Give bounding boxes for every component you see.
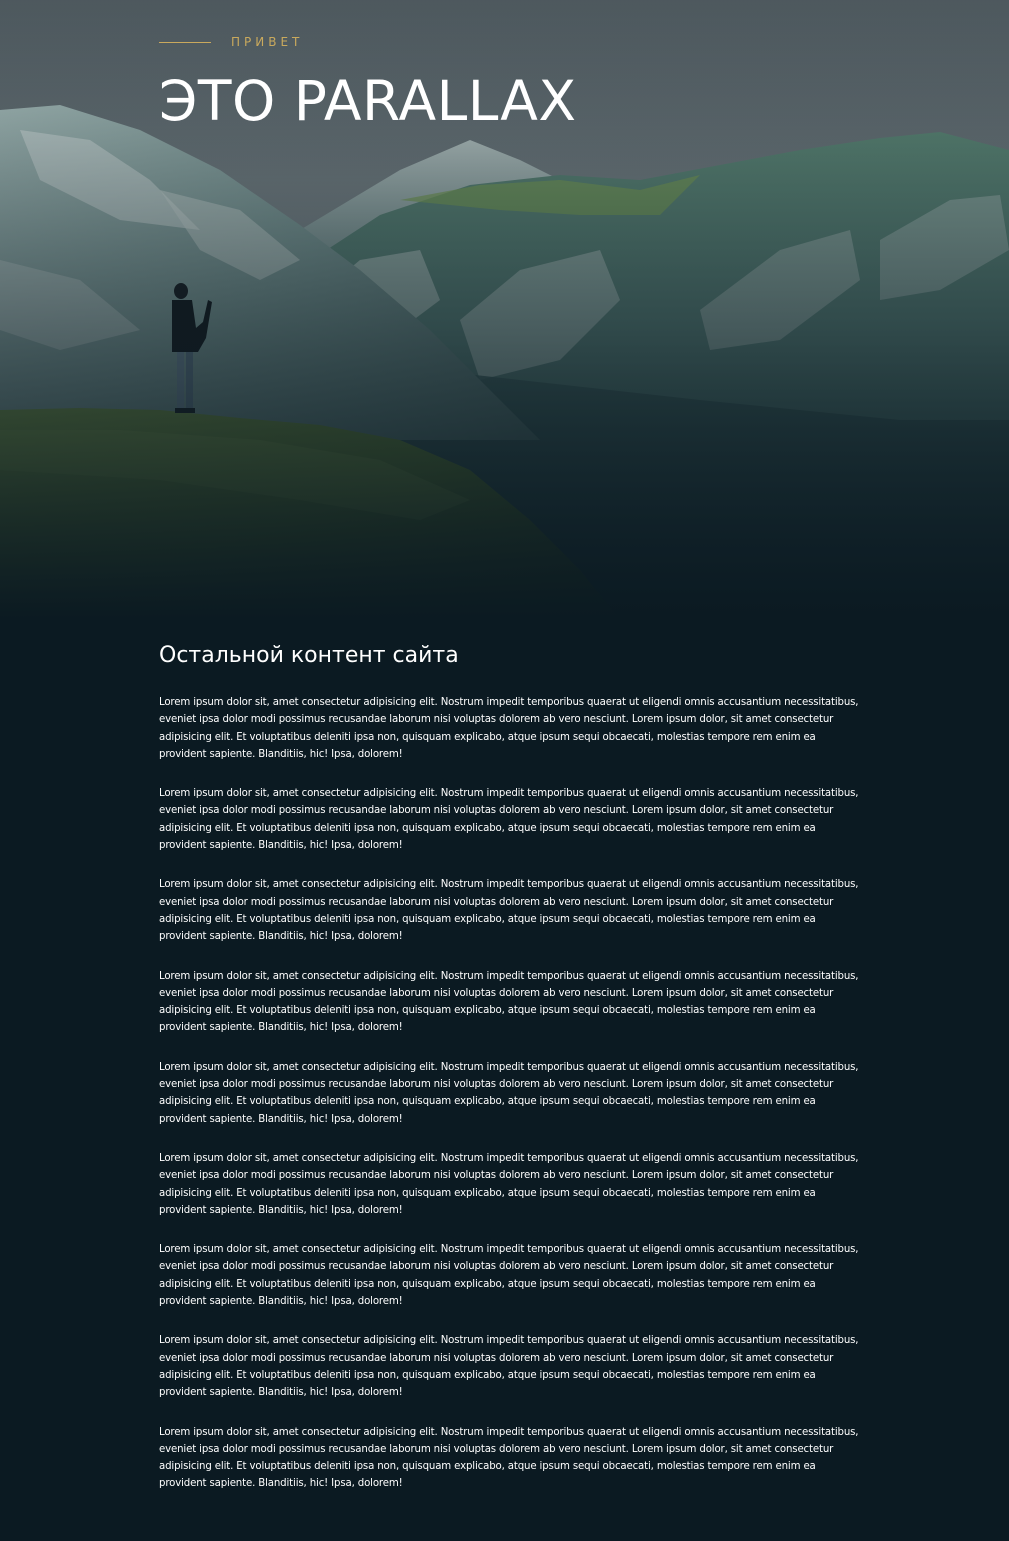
parallax-hero: ПРИВЕТ ЭТО PARALLAX	[0, 0, 1009, 620]
content-heading: Остальной контент сайта	[159, 643, 459, 668]
content-paragraph-5: Lorem ipsum dolor sit, amet consectetur …	[159, 1061, 859, 1125]
hero-header: ПРИВЕТ ЭТО PARALLAX	[159, 30, 577, 136]
content-paragraph-2: Lorem ipsum dolor sit, amet consectetur …	[159, 788, 859, 852]
content-paragraph-7: Lorem ipsum dolor sit, amet consectetur …	[159, 1244, 859, 1308]
content-paragraph-8: Lorem ipsum dolor sit, amet consectetur …	[159, 1335, 859, 1399]
hero-eyebrow-text: ПРИВЕТ	[231, 35, 304, 49]
hero-eyebrow: ПРИВЕТ	[159, 30, 577, 54]
content-paragraph-1: Lorem ipsum dolor sit, amet consectetur …	[159, 697, 859, 760]
content-paragraph-3: Lorem ipsum dolor sit, amet consectetur …	[159, 879, 859, 943]
eyebrow-divider	[159, 41, 211, 43]
content-paragraph-4: Lorem ipsum dolor sit, amet consectetur …	[159, 970, 859, 1034]
main-content: Остальной контент сайта Lorem ipsum dolo…	[159, 636, 859, 1515]
content-paragraph-9: Lorem ipsum dolor sit, amet consectetur …	[159, 1426, 859, 1490]
content-paragraph-6: Lorem ipsum dolor sit, amet consectetur …	[159, 1152, 859, 1216]
hero-title: ЭТО PARALLAX	[159, 69, 577, 133]
